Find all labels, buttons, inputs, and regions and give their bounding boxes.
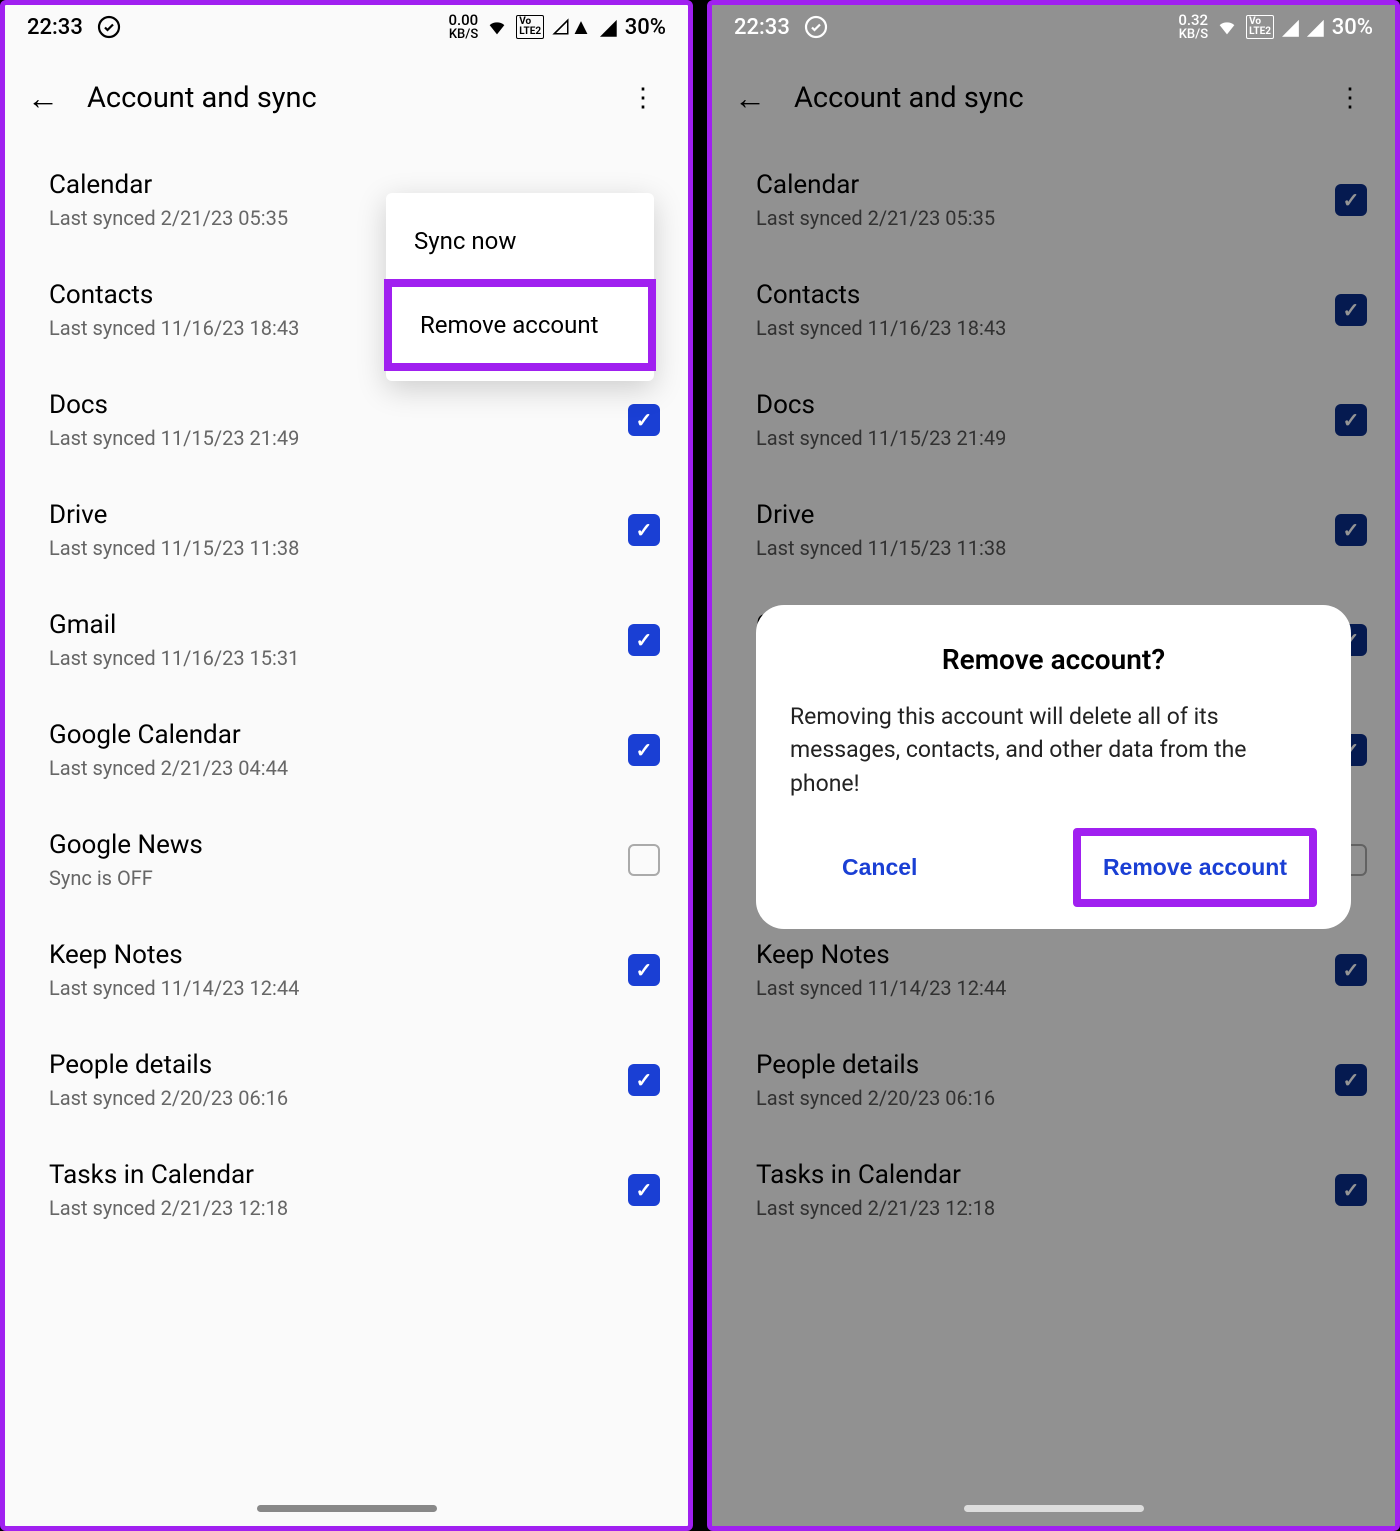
sync-item[interactable]: Drive Last synced 11/15/23 11:38 ✓ (5, 475, 688, 585)
sync-item-title: Tasks in Calendar (49, 1160, 288, 1190)
checkmark-icon: ✓ (636, 738, 653, 762)
checkmark-circle-icon (97, 15, 121, 39)
sync-checkbox[interactable]: ✓ (628, 1174, 660, 1206)
overflow-menu-icon[interactable]: ⋮ (620, 88, 666, 109)
sync-item-title: Contacts (49, 280, 299, 310)
gesture-bar[interactable] (964, 1505, 1144, 1512)
checkmark-icon: ✓ (636, 628, 653, 652)
signal-icon-2: ◢ (600, 15, 617, 40)
wifi-icon (486, 16, 508, 38)
checkmark-icon: ✓ (636, 1068, 653, 1092)
sync-checkbox[interactable]: ✓ (628, 734, 660, 766)
screenshot-left: 22:33 0.00KB/S VoLTE2 ▲ ◢ 30% ← Account … (0, 0, 693, 1531)
gesture-bar[interactable] (257, 1505, 437, 1512)
dialog-actions: Cancel Remove account (790, 828, 1317, 907)
app-bar: ← Account and sync ⋮ (5, 49, 688, 141)
sync-item-subtitle: Sync is OFF (49, 866, 203, 890)
sync-item-subtitle: Last synced 2/21/23 12:18 (49, 1196, 288, 1220)
remove-account-dialog: Remove account? Removing this account wi… (756, 605, 1351, 929)
signal-icon-2: ◢ (1307, 15, 1324, 40)
sync-item-title: Keep Notes (49, 940, 299, 970)
overflow-popup: Sync now Remove account (386, 193, 654, 381)
sync-item-title: Google Calendar (49, 720, 288, 750)
sync-checkbox[interactable]: ✓ (628, 1064, 660, 1096)
sync-item-subtitle: Last synced 11/14/23 12:44 (49, 976, 299, 1000)
sync-item-title: Gmail (49, 610, 299, 640)
checkmark-icon: ✓ (636, 518, 653, 542)
battery-percent: 30% (625, 15, 666, 40)
back-arrow-icon[interactable]: ← (27, 82, 59, 114)
sync-checkbox[interactable]: ✓ (628, 514, 660, 546)
sync-item-subtitle: Last synced 2/21/23 04:44 (49, 756, 288, 780)
sync-checkbox[interactable] (628, 844, 660, 876)
sync-item[interactable]: Google Calendar Last synced 2/21/23 04:44… (5, 695, 688, 805)
sync-checkbox[interactable]: ✓ (628, 954, 660, 986)
battery-percent: 30% (1332, 15, 1373, 40)
sync-item-subtitle: Last synced 11/15/23 11:38 (49, 536, 299, 560)
sync-item[interactable]: Gmail Last synced 11/16/23 15:31 ✓ (5, 585, 688, 695)
cancel-button[interactable]: Cancel (820, 836, 939, 899)
sync-item-title: Docs (49, 390, 299, 420)
checkmark-icon: ✓ (636, 408, 653, 432)
sync-item[interactable]: Google News Sync is OFF (5, 805, 688, 915)
volte-badge: VoLTE2 (1246, 15, 1274, 39)
sync-item-title: Calendar (49, 170, 288, 200)
sync-item-subtitle: Last synced 11/16/23 15:31 (49, 646, 299, 670)
sync-checkbox[interactable]: ✓ (628, 624, 660, 656)
signal-icon-1: ▲ (552, 14, 592, 40)
wifi-icon (1216, 16, 1238, 38)
page-title: Account and sync (87, 81, 592, 115)
volte-badge: VoLTE2 (516, 15, 544, 39)
sync-item-title: Google News (49, 830, 203, 860)
sync-item-title: Drive (49, 500, 299, 530)
checkmark-icon: ✓ (636, 1178, 653, 1202)
status-time: 22:33 (27, 15, 83, 40)
sync-checkbox[interactable]: ✓ (628, 404, 660, 436)
sync-item[interactable]: People details Last synced 2/20/23 06:16 ✓ (5, 1025, 688, 1135)
data-rate: 0.32KB/S (1178, 13, 1208, 41)
sync-item-subtitle: Last synced 11/15/23 21:49 (49, 426, 299, 450)
sync-item[interactable]: Keep Notes Last synced 11/14/23 12:44 ✓ (5, 915, 688, 1025)
status-bar: 22:33 0.32KB/S VoLTE2 ◢ ◢ 30% (712, 5, 1395, 49)
sync-item-subtitle: Last synced 11/16/23 18:43 (49, 316, 299, 340)
remove-account-button[interactable]: Remove account (1081, 836, 1309, 899)
dialog-body: Removing this account will delete all of… (790, 700, 1317, 800)
confirm-highlight: Remove account (1073, 828, 1317, 907)
status-bar: 22:33 0.00KB/S VoLTE2 ▲ ◢ 30% (5, 5, 688, 49)
sync-item[interactable]: Docs Last synced 11/15/23 21:49 ✓ (5, 365, 688, 475)
menu-sync-now[interactable]: Sync now (386, 203, 654, 279)
sync-item-subtitle: Last synced 2/21/23 05:35 (49, 206, 288, 230)
checkmark-icon: ✓ (636, 958, 653, 982)
screenshot-right: 22:33 0.32KB/S VoLTE2 ◢ ◢ 30% ← Account … (707, 0, 1400, 1531)
status-time: 22:33 (734, 15, 790, 40)
sync-item-subtitle: Last synced 2/20/23 06:16 (49, 1086, 288, 1110)
dialog-title: Remove account? (790, 643, 1317, 676)
sync-item[interactable]: Tasks in Calendar Last synced 2/21/23 12:… (5, 1135, 688, 1245)
sync-item-title: People details (49, 1050, 288, 1080)
checkmark-circle-icon (804, 15, 828, 39)
data-rate: 0.00KB/S (448, 13, 478, 41)
menu-remove-account[interactable]: Remove account (384, 279, 656, 371)
signal-icon-1: ◢ (1282, 15, 1299, 40)
